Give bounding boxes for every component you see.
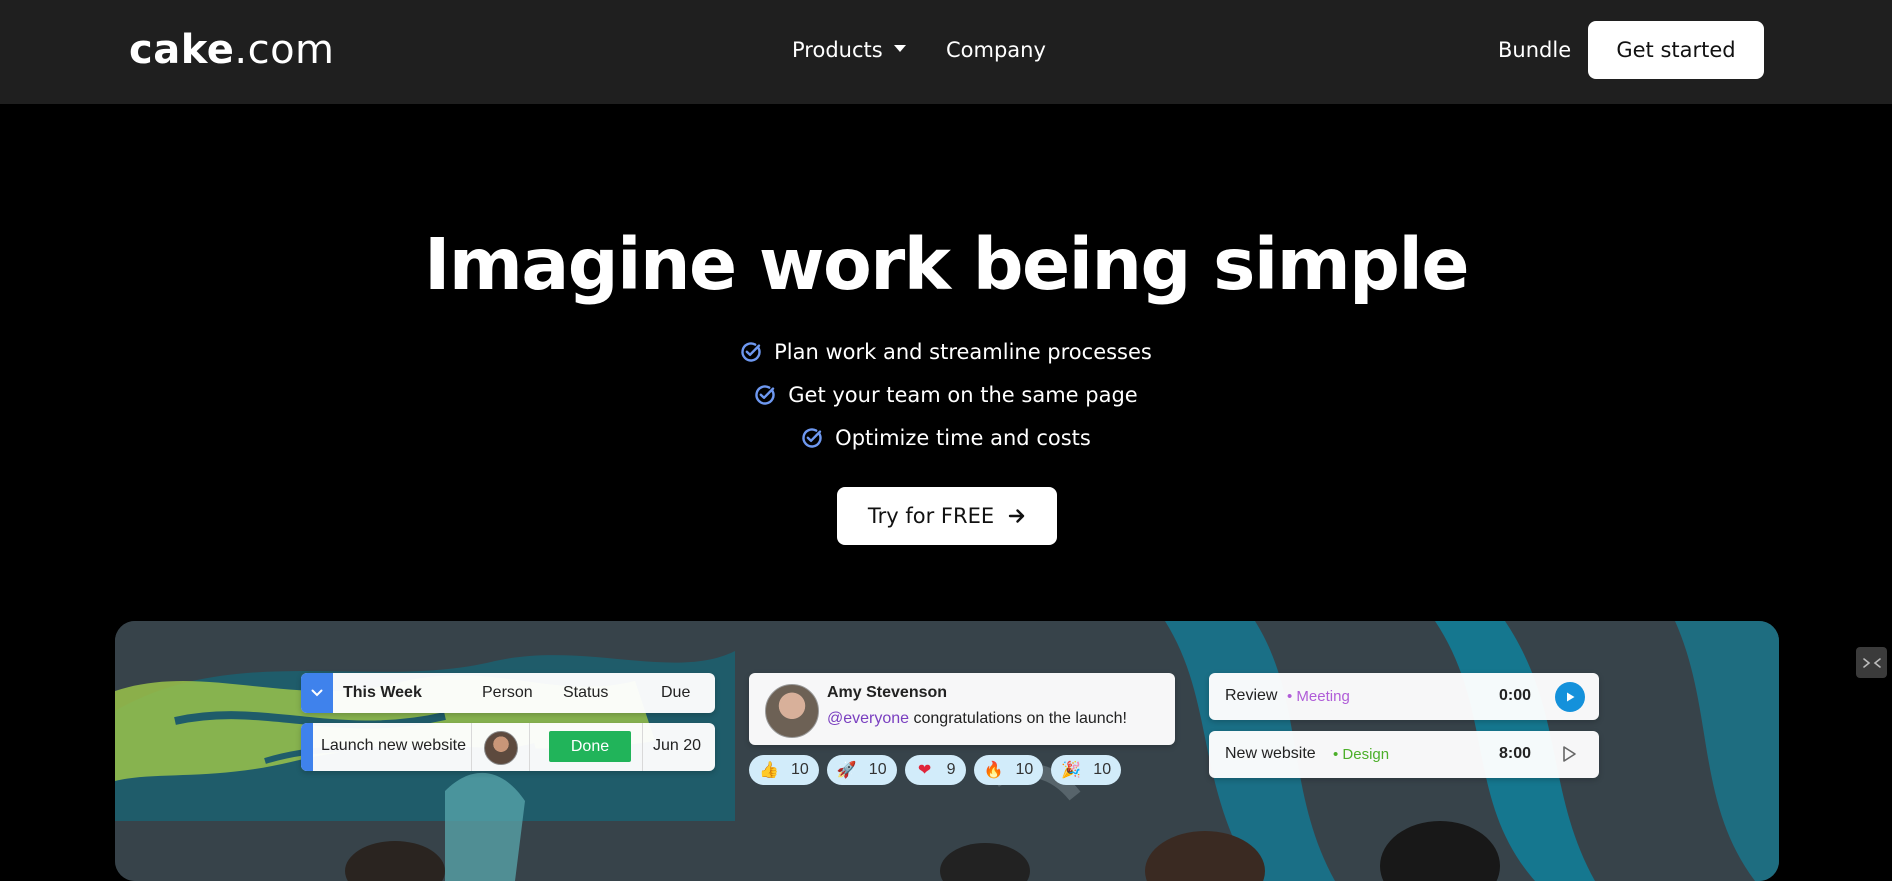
play-icon[interactable] [1561, 745, 1577, 763]
group-toggle[interactable] [301, 673, 333, 713]
message-author: Amy Stevenson [827, 684, 948, 701]
check-circle-icon [755, 385, 775, 405]
entry-title: New website [1225, 745, 1316, 762]
product-preview-image: This Week Person Status Due Launch new w… [115, 621, 1779, 881]
side-widget-tab[interactable] [1856, 647, 1887, 678]
reaction-pill[interactable]: ❤ 9 [904, 755, 966, 785]
play-icon [1567, 692, 1575, 702]
check-circle-icon [802, 428, 822, 448]
check-circle-icon [741, 342, 761, 362]
party-popper-icon: 🎉 [1061, 762, 1082, 779]
chevron-down-icon [893, 44, 906, 52]
chevron-down-icon [311, 689, 323, 697]
chat-message: Amy Stevenson @everyone congratulations … [749, 673, 1175, 745]
task-name: Launch new website [321, 737, 466, 754]
logo-wordmark-suffix: .com [234, 27, 335, 73]
entry-tag: • Design [1333, 746, 1390, 763]
task-table-header: This Week Person Status Due [301, 673, 715, 713]
time-entry[interactable]: Review • Meeting 0:00 [1209, 673, 1599, 720]
nav-products[interactable]: Products [792, 36, 906, 64]
status-badge: Done [549, 731, 631, 762]
due-date: Jun 20 [653, 737, 702, 754]
play-button[interactable] [1555, 682, 1585, 712]
column-divider [529, 723, 530, 771]
avatar [765, 684, 819, 738]
entry-tag-label: Meeting [1296, 688, 1350, 705]
column-status: Status [563, 684, 609, 701]
nav-bundle[interactable]: Bundle [1498, 36, 1571, 64]
get-started-button[interactable]: Get started [1588, 21, 1764, 79]
column-divider [642, 723, 643, 771]
heart-icon: ❤ [917, 762, 932, 779]
cake-logo[interactable]: cake.com [129, 26, 335, 74]
collapse-icon [1862, 657, 1881, 668]
column-divider [471, 723, 472, 771]
entry-duration: 8:00 [1499, 745, 1532, 762]
message-body: congratulations on the launch! [909, 710, 1128, 727]
nav-products-label: Products [792, 38, 883, 62]
feature-item: Plan work and streamline processes [0, 338, 1892, 366]
reaction-pill[interactable]: 🚀 10 [826, 755, 897, 785]
reaction-count: 10 [1093, 761, 1112, 778]
try-for-free-button[interactable]: Try for FREE [837, 487, 1057, 545]
entry-tag-label: Design [1342, 746, 1390, 763]
column-person: Person [482, 684, 533, 701]
group-label: This Week [343, 684, 422, 701]
reaction-pill[interactable]: 🎉 10 [1051, 755, 1122, 785]
feature-item: Get your team on the same page [0, 381, 1892, 409]
reaction-count: 10 [1015, 761, 1034, 778]
logo-wordmark-bold: cake [129, 27, 235, 73]
hero-title: Imagine work being simple [423, 223, 1470, 306]
entry-tag: • Meeting [1287, 688, 1350, 705]
feature-list: Plan work and streamline processes Get y… [0, 338, 1892, 467]
reaction-pill[interactable]: 🔥 10 [973, 755, 1044, 785]
feature-text: Get your team on the same page [788, 383, 1138, 407]
feature-item: Optimize time and costs [0, 424, 1892, 452]
entry-duration: 0:00 [1499, 687, 1532, 704]
time-entry[interactable]: New website • Design 8:00 [1209, 731, 1599, 778]
top-navigation-bar: cake.com Products Company Bundle Get sta… [0, 0, 1892, 104]
feature-text: Plan work and streamline processes [774, 340, 1152, 364]
feature-text: Optimize time and costs [835, 426, 1091, 450]
reaction-count: 10 [868, 761, 887, 778]
column-due: Due [661, 684, 691, 701]
entry-title: Review [1225, 687, 1278, 704]
arrow-right-icon [1008, 509, 1025, 523]
mention: @everyone [827, 710, 910, 727]
thumbs-up-icon: 👍 [759, 762, 779, 779]
fire-icon: 🔥 [983, 762, 1004, 779]
try-for-free-label: Try for FREE [867, 504, 995, 528]
rocket-icon: 🚀 [836, 762, 857, 779]
reaction-pill[interactable]: 👍 10 [749, 755, 819, 785]
reaction-count: 9 [946, 761, 956, 778]
avatar [484, 731, 518, 765]
message-text: @everyone congratulations on the launch! [827, 710, 1127, 728]
task-row[interactable]: Launch new website Done Jun 20 [301, 723, 715, 771]
row-accent [301, 723, 313, 771]
reaction-bar: 👍 10 🚀 10 ❤ 9 🔥 10 🎉 10 [749, 755, 1129, 785]
reaction-count: 10 [791, 761, 809, 778]
nav-company[interactable]: Company [946, 36, 1046, 64]
